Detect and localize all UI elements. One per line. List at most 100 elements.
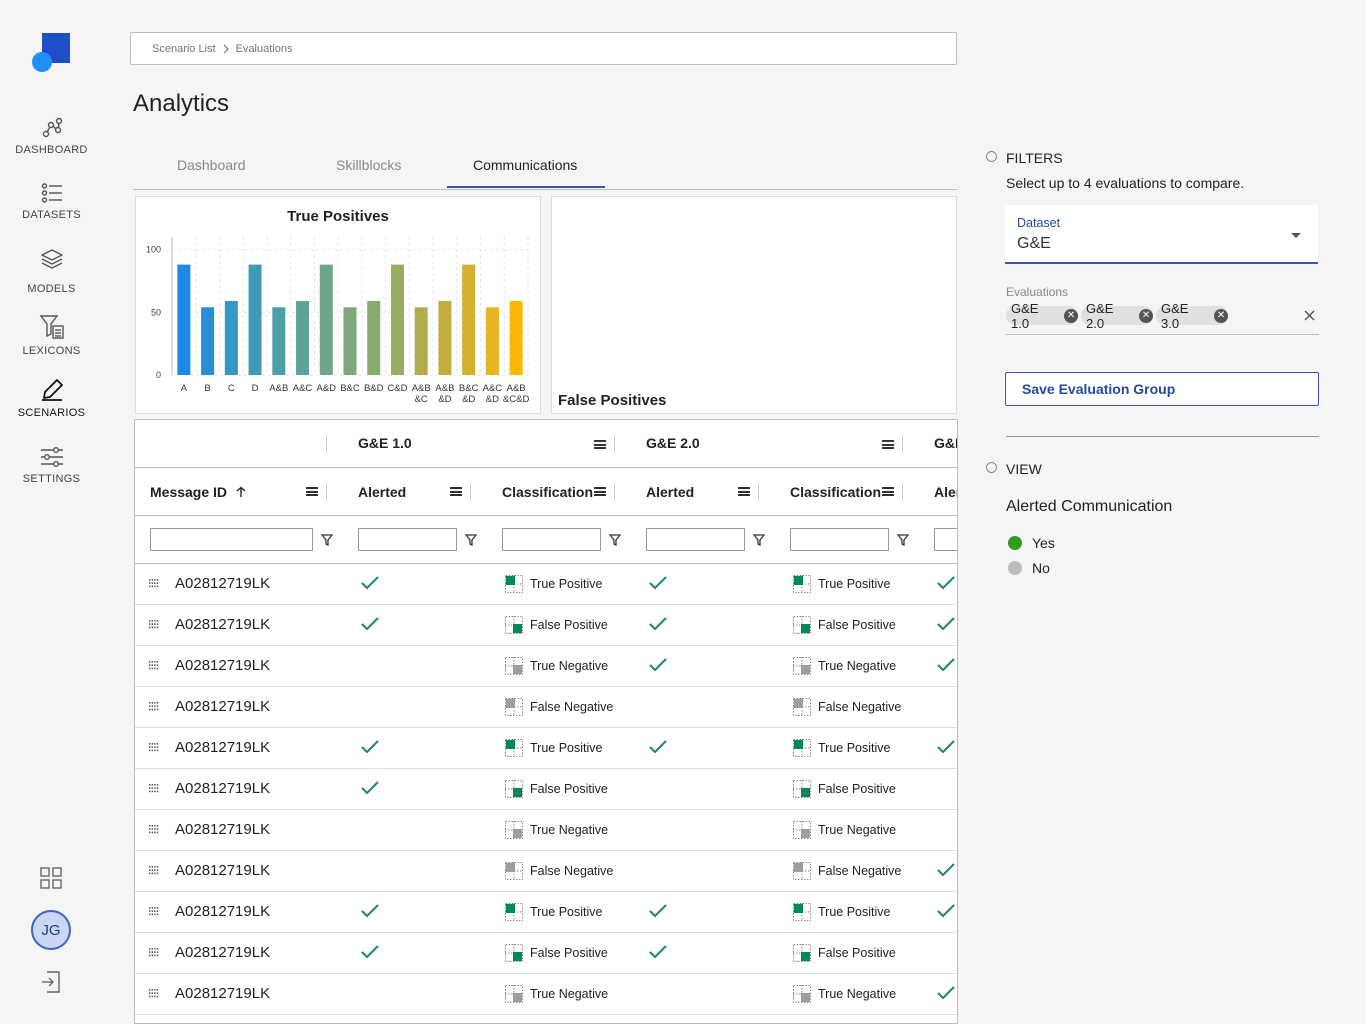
message-id[interactable]: A02812719LK (175, 821, 270, 838)
bar (248, 264, 262, 375)
save-evaluation-group-button[interactable]: Save Evaluation Group (1005, 372, 1319, 406)
filter-icon[interactable] (609, 534, 621, 546)
table-row[interactable]: A02812719LK False Positive False Positive (135, 605, 957, 646)
column-menu-icon[interactable] (882, 440, 894, 449)
sidebar-item-scenarios[interactable]: SCENARIOS (0, 378, 103, 419)
column-header-alerted-2[interactable]: Alerted (646, 484, 694, 500)
logout-icon[interactable] (41, 971, 61, 993)
table-row[interactable]: A02812719LK True Negative True Negative (135, 646, 957, 687)
sidebar-item-models[interactable]: MODELS (0, 248, 103, 295)
confusion-matrix-icon (505, 616, 523, 634)
message-id[interactable]: A02812719LK (175, 657, 270, 674)
column-filter-input[interactable] (502, 528, 601, 551)
drag-handle-icon[interactable] (149, 948, 159, 957)
column-header-row: Message ID Alerted Classification Alerte… (135, 468, 957, 516)
column-menu-icon[interactable] (450, 487, 462, 496)
legend-yes-dot (1008, 536, 1022, 550)
drag-handle-icon[interactable] (149, 784, 159, 793)
drag-handle-icon[interactable] (149, 620, 159, 629)
drag-handle-icon[interactable] (149, 989, 159, 998)
alerted-check-icon (936, 575, 956, 591)
breadcrumb-item-evaluations[interactable]: Evaluations (236, 43, 293, 55)
message-id[interactable]: A02812719LK (175, 862, 270, 879)
column-filter-input[interactable] (646, 528, 745, 551)
x-tick-label: C (228, 383, 235, 394)
column-menu-icon[interactable] (738, 487, 750, 496)
filter-icon[interactable] (753, 534, 765, 546)
view-section-radio[interactable] (986, 462, 997, 473)
column-filter-input[interactable] (358, 528, 457, 551)
drag-handle-icon[interactable] (149, 579, 159, 588)
tab-communications[interactable]: Communications (473, 157, 577, 173)
column-menu-icon[interactable] (306, 487, 318, 496)
classification-label: True Positive (818, 905, 891, 919)
drag-handle-icon[interactable] (149, 907, 159, 916)
table-row[interactable]: A02812719LK False Positive False Positive (135, 769, 957, 810)
column-filter-input[interactable] (150, 528, 313, 551)
sidebar-item-datasets[interactable]: DATASETS (0, 182, 103, 221)
classification-label: False Positive (818, 782, 896, 796)
clear-evaluations-icon[interactable] (1304, 310, 1315, 321)
message-id[interactable]: A02812719LK (175, 780, 270, 797)
apps-grid-icon[interactable] (40, 867, 62, 889)
chip-remove-icon[interactable]: ✕ (1064, 308, 1078, 323)
chip-remove-icon[interactable]: ✕ (1139, 308, 1153, 323)
message-id[interactable]: A02812719LK (175, 739, 270, 756)
drag-handle-icon[interactable] (149, 702, 159, 711)
table-row[interactable]: A02812719LK False Negative False Negative (135, 687, 957, 728)
filter-icon[interactable] (465, 534, 477, 546)
classification-cell: True Negative (793, 985, 896, 1003)
sidebar-item-dashboard[interactable]: DASHBOARD (0, 117, 103, 156)
sidebar-item-settings[interactable]: SETTINGS (0, 446, 103, 485)
filters-heading: FILTERS (1006, 150, 1063, 166)
table-row[interactable]: A02812719LK True Positive True Positive (135, 728, 957, 769)
table-row[interactable]: A02812719LK True Negative True Negative (135, 974, 957, 1015)
classification-cell: False Positive (505, 944, 608, 962)
column-header-classification-2[interactable]: Classification (790, 484, 881, 500)
chip-remove-icon[interactable]: ✕ (1214, 308, 1228, 323)
column-header-classification-1[interactable]: Classification (502, 484, 593, 500)
bar (438, 300, 452, 375)
column-menu-icon[interactable] (594, 487, 606, 496)
filters-section-radio[interactable] (986, 151, 997, 162)
drag-handle-icon[interactable] (149, 743, 159, 752)
message-id[interactable]: A02812719LK (175, 985, 270, 1002)
drag-handle-icon[interactable] (149, 866, 159, 875)
message-id[interactable]: A02812719LK (175, 698, 270, 715)
column-menu-icon[interactable] (594, 440, 606, 449)
column-header-alerted-3[interactable]: Aler (934, 484, 957, 500)
column-header-message-id[interactable]: Message ID (150, 484, 247, 500)
classification-cell: True Negative (505, 821, 608, 839)
table-row[interactable]: A02812719LK False Negative False Negative (135, 851, 957, 892)
message-id[interactable]: A02812719LK (175, 575, 270, 592)
table-row[interactable]: A02812719LK True Positive True Positive (135, 892, 957, 933)
table-row[interactable]: A02812719LK True Negative True Negative (135, 810, 957, 851)
message-id[interactable]: A02812719LK (175, 944, 270, 961)
column-menu-icon[interactable] (882, 487, 894, 496)
table-row[interactable]: A02812719LK False Positive False Positive (135, 933, 957, 974)
breadcrumb-item-scenario-list[interactable]: Scenario List (152, 43, 216, 55)
sidebar-item-lexicons[interactable]: LEXICONS (0, 314, 103, 357)
tab-dashboard[interactable]: Dashboard (177, 157, 246, 173)
classification-cell: False Negative (793, 698, 901, 716)
message-id[interactable]: A02812719LK (175, 903, 270, 920)
table-row[interactable]: A02812719LK True Positive True Positive (135, 564, 957, 605)
confusion-matrix-icon (793, 780, 811, 798)
tab-skillblocks[interactable]: Skillblocks (336, 157, 401, 173)
avatar[interactable]: JG (31, 910, 71, 950)
classification-cell: False Positive (793, 944, 896, 962)
message-id[interactable]: A02812719LK (175, 616, 270, 633)
column-filter-input[interactable] (790, 528, 889, 551)
classification-cell: True Positive (505, 575, 602, 593)
column-filter-input[interactable] (934, 528, 957, 551)
drag-handle-icon[interactable] (149, 661, 159, 670)
dataset-select[interactable]: Dataset G&E (1005, 205, 1318, 264)
confusion-matrix-icon (505, 903, 523, 921)
column-header-alerted-1[interactable]: Alerted (358, 484, 406, 500)
dropdown-arrow-icon[interactable] (1290, 232, 1302, 239)
drag-handle-icon[interactable] (149, 825, 159, 834)
filter-icon[interactable] (321, 534, 333, 546)
tab-bar: Dashboard Skillblocks Communications (133, 146, 957, 190)
sort-ascending-icon[interactable] (235, 486, 247, 498)
filter-icon[interactable] (897, 534, 909, 546)
